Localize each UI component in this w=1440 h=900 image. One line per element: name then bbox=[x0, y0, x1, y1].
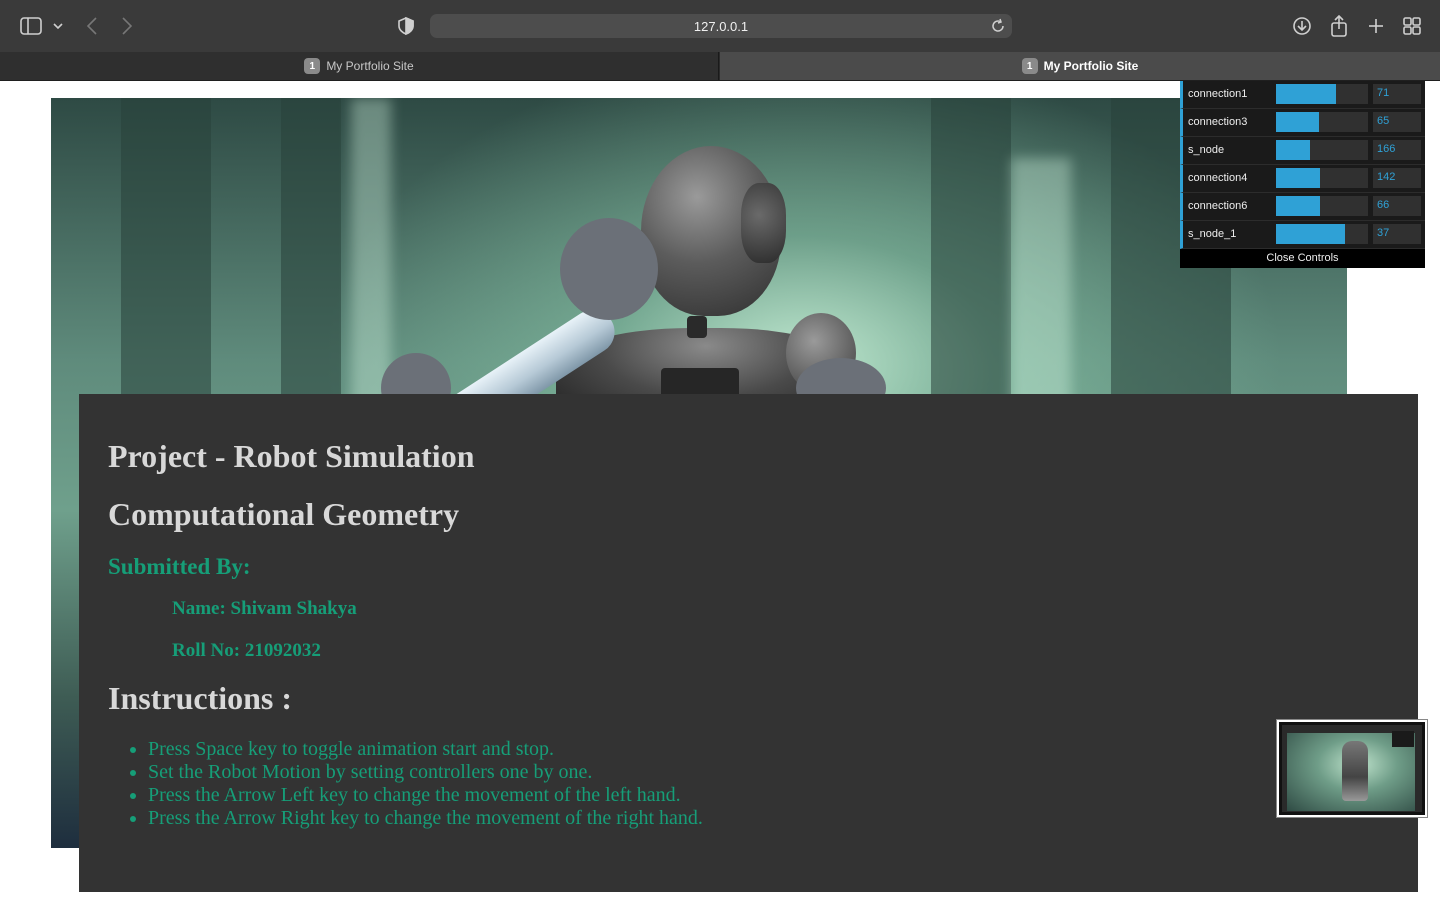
control-value-input[interactable]: 66 bbox=[1373, 196, 1421, 216]
share-icon[interactable] bbox=[1327, 14, 1351, 38]
tab-active[interactable]: 1 My Portfolio Site bbox=[720, 52, 1440, 80]
download-icon[interactable] bbox=[1290, 14, 1314, 38]
control-value-input[interactable]: 65 bbox=[1373, 112, 1421, 132]
control-row[interactable]: s_node 166 bbox=[1180, 137, 1425, 165]
submitted-by-heading: Submitted By: bbox=[108, 554, 251, 579]
control-label: connection4 bbox=[1188, 172, 1248, 184]
slider-fill bbox=[1276, 224, 1345, 244]
tab-title: My Portfolio Site bbox=[326, 59, 414, 73]
control-label: s_node_1 bbox=[1188, 228, 1237, 240]
list-item: Press the Arrow Right key to change the … bbox=[148, 807, 1389, 830]
control-value-input[interactable]: 166 bbox=[1373, 140, 1421, 160]
control-label: s_node bbox=[1188, 144, 1225, 156]
control-slider[interactable] bbox=[1276, 168, 1368, 188]
control-slider[interactable] bbox=[1276, 224, 1368, 244]
control-label: connection3 bbox=[1188, 116, 1248, 128]
project-title: Project - Robot Simulation bbox=[108, 438, 475, 474]
slider-fill bbox=[1276, 84, 1336, 104]
tab-bar: 1 My Portfolio Site 1 My Portfolio Site bbox=[0, 52, 1440, 81]
control-row[interactable]: connection1 71 bbox=[1180, 81, 1425, 109]
instructions-list: Press Space key to toggle animation star… bbox=[148, 738, 1389, 830]
slider-fill bbox=[1276, 112, 1320, 132]
back-icon[interactable] bbox=[80, 14, 104, 38]
address-bar[interactable]: 127.0.0.1 bbox=[430, 14, 1012, 38]
control-value-input[interactable]: 37 bbox=[1373, 224, 1421, 244]
tab-badge: 1 bbox=[304, 58, 321, 74]
browser-toolbar: 127.0.0.1 bbox=[0, 0, 1440, 52]
control-value-input[interactable]: 71 bbox=[1373, 84, 1421, 104]
slider-fill bbox=[1276, 196, 1321, 216]
forward-icon[interactable] bbox=[115, 14, 139, 38]
reload-icon[interactable] bbox=[990, 18, 1006, 34]
thumbnail-controls bbox=[1392, 731, 1414, 747]
control-label: connection1 bbox=[1188, 88, 1248, 100]
slider-fill bbox=[1276, 140, 1311, 160]
control-row[interactable]: s_node_1 37 bbox=[1180, 221, 1425, 249]
tab-overview-icon[interactable] bbox=[1400, 14, 1424, 38]
control-slider[interactable] bbox=[1276, 84, 1368, 104]
tab-inactive[interactable]: 1 My Portfolio Site bbox=[0, 52, 719, 80]
close-controls-button[interactable]: Close Controls bbox=[1180, 249, 1425, 268]
control-slider[interactable] bbox=[1276, 196, 1368, 216]
chevron-down-icon[interactable] bbox=[48, 14, 68, 38]
tab-badge: 1 bbox=[1021, 58, 1038, 74]
list-item: Set the Robot Motion by setting controll… bbox=[148, 761, 1389, 784]
control-slider[interactable] bbox=[1276, 112, 1368, 132]
info-panel: Project - Robot Simulation Computational… bbox=[79, 394, 1418, 892]
list-item: Press the Arrow Left key to change the m… bbox=[148, 784, 1389, 807]
instructions-heading: Instructions : bbox=[108, 680, 293, 716]
screenshot-thumbnail[interactable] bbox=[1277, 720, 1427, 817]
robot-shoulder-joint bbox=[560, 218, 658, 320]
thumbnail-frame bbox=[1282, 725, 1422, 812]
thumbnail-robot bbox=[1342, 741, 1368, 801]
control-row[interactable]: connection6 66 bbox=[1180, 193, 1425, 221]
robot-neck bbox=[687, 316, 707, 338]
list-item: Press Space key to toggle animation star… bbox=[148, 738, 1389, 761]
control-label: connection6 bbox=[1188, 200, 1248, 212]
tab-title: My Portfolio Site bbox=[1043, 59, 1139, 73]
control-row[interactable]: connection3 65 bbox=[1180, 109, 1425, 137]
controls-panel: connection1 71 connection3 65 s_node 166… bbox=[1180, 81, 1425, 268]
new-tab-icon[interactable] bbox=[1364, 14, 1388, 38]
sidebar-icon[interactable] bbox=[19, 14, 43, 38]
shield-icon[interactable] bbox=[394, 14, 418, 38]
control-value-input[interactable]: 142 bbox=[1373, 168, 1421, 188]
robot-ear bbox=[741, 183, 786, 263]
slider-fill bbox=[1276, 168, 1321, 188]
control-row[interactable]: connection4 142 bbox=[1180, 165, 1425, 193]
student-roll: Roll No: 21092032 bbox=[172, 640, 321, 661]
control-slider[interactable] bbox=[1276, 140, 1368, 160]
course-title: Computational Geometry bbox=[108, 496, 460, 532]
student-name: Name: Shivam Shakya bbox=[172, 598, 357, 619]
url-text: 127.0.0.1 bbox=[693, 18, 749, 34]
